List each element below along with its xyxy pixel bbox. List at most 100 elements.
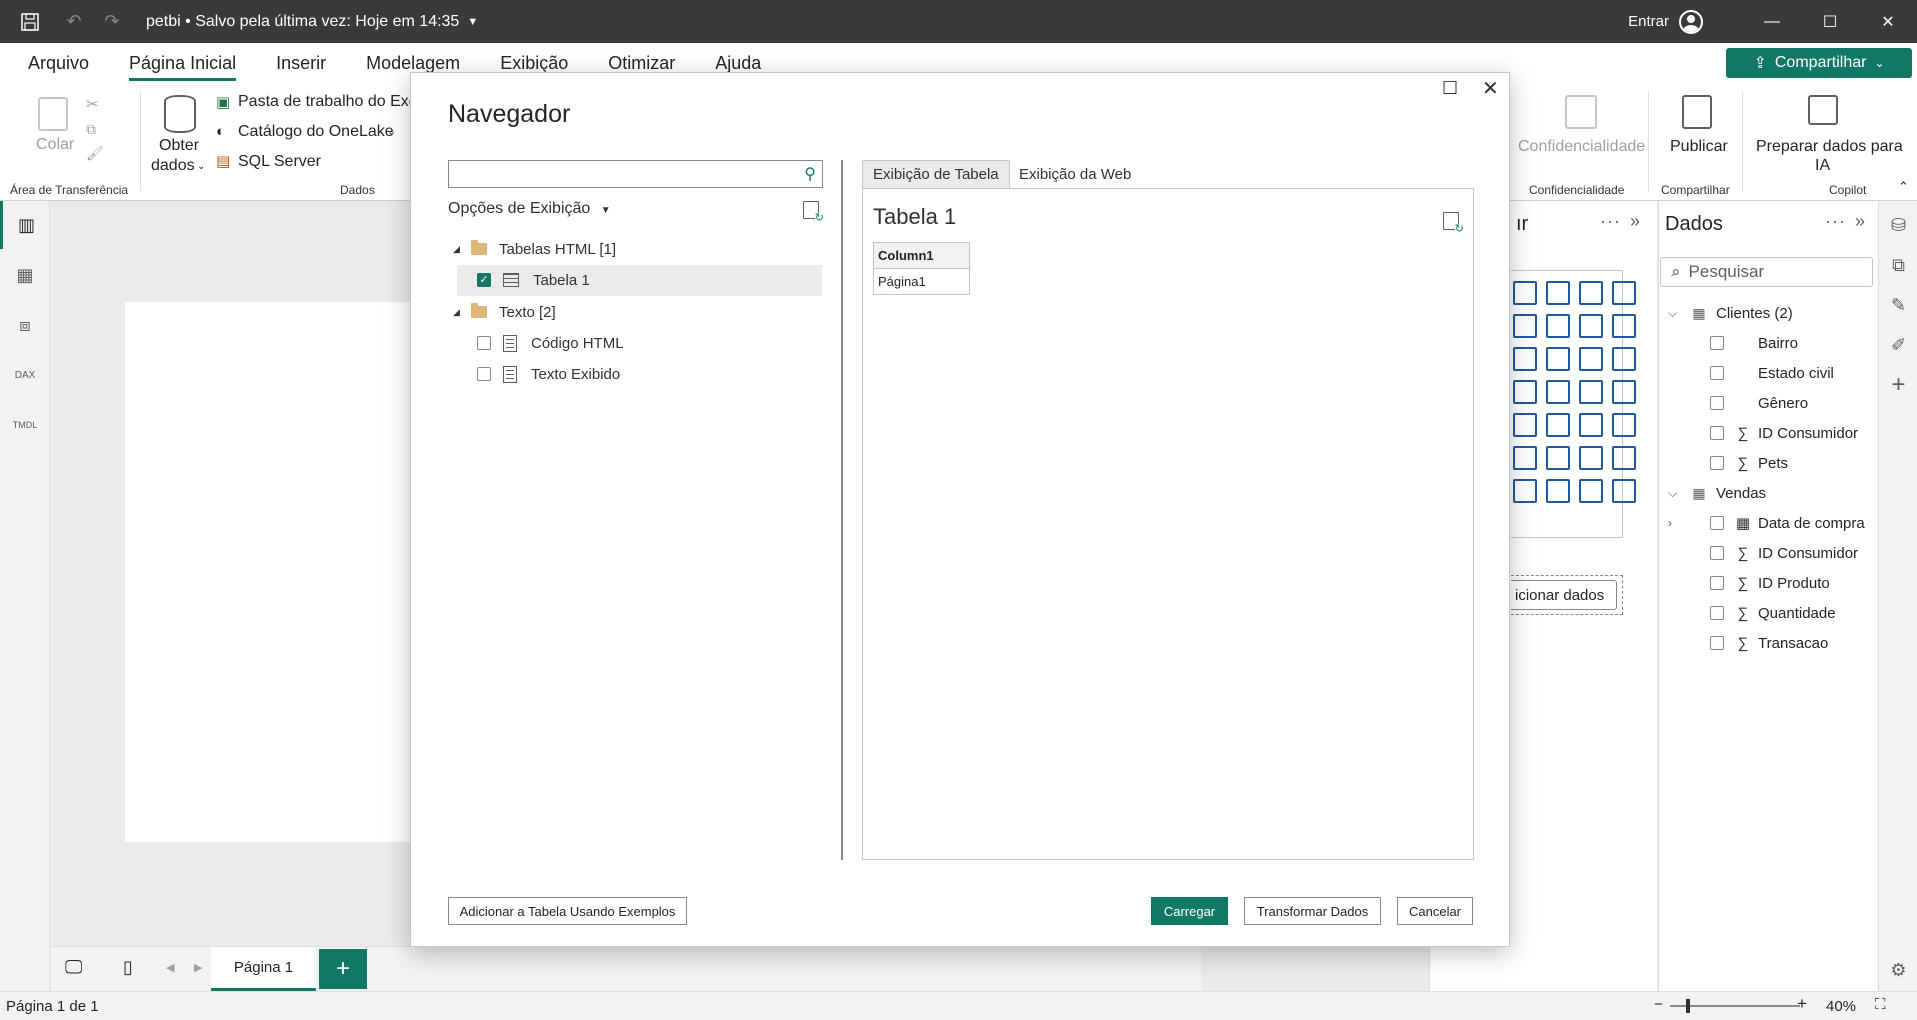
visual-type-icon[interactable] [1546,347,1570,371]
title-dropdown-icon[interactable]: ▼ [467,16,478,28]
checkbox[interactable] [1710,576,1724,590]
visual-type-icon[interactable] [1612,347,1636,371]
collapse-icon[interactable]: ◢ [453,244,465,255]
visual-type-icon[interactable] [1513,281,1537,305]
visual-type-icon[interactable] [1546,380,1570,404]
field-item[interactable]: ∑ Quantidade [1688,600,1836,626]
field-item[interactable]: ∑ Transacao [1688,630,1828,656]
tab-inserir[interactable]: Inserir [256,43,346,83]
refresh-icon[interactable] [803,201,824,224]
signin-link[interactable]: Entrar [1628,13,1669,30]
zoom-out-icon[interactable]: − [1654,996,1663,1013]
maximize-button[interactable]: ☐ [1801,0,1859,43]
desktop-layout-icon[interactable]: 🖵 [65,957,82,978]
checkbox[interactable] [1710,546,1724,560]
checkbox[interactable] [1710,336,1724,350]
get-data-button[interactable]: Obter [159,137,199,155]
page-tab-1[interactable]: Página 1 [211,947,316,991]
visual-type-icon[interactable] [1612,413,1636,437]
add-page-button[interactable]: + [319,949,367,989]
share-button[interactable]: ⇪ Compartilhar ⌄ [1726,48,1912,78]
field-item[interactable]: ∑ ID Consumidor [1688,420,1858,446]
undo-icon[interactable]: ↶ [62,10,86,34]
tab-arquivo[interactable]: Arquivo [0,43,109,83]
collapse-icon[interactable]: ◢ [453,307,465,318]
visual-type-icon[interactable] [1513,413,1537,437]
fit-page-icon[interactable]: ⛶ [1875,996,1886,1013]
close-dialog-button[interactable]: ✕ [1482,76,1499,101]
dax-query-icon[interactable]: DAX [0,351,50,399]
chevron-right-icon[interactable]: › [1668,516,1688,530]
visual-type-icon[interactable] [1579,446,1603,470]
checkbox[interactable] [1710,366,1724,380]
table-view-icon[interactable]: ▦ [0,251,50,299]
navigator-search-input[interactable]: ⚲ [448,160,823,188]
visual-type-icon[interactable] [1579,347,1603,371]
transform-data-button[interactable]: Transformar Dados [1244,897,1381,925]
sql-server-button[interactable]: SQL Server [238,153,321,171]
checkbox[interactable] [1710,396,1724,410]
cancel-button[interactable]: Cancelar [1397,897,1473,925]
format-painter-icon[interactable]: 🖌 [86,145,104,162]
checkbox[interactable] [477,336,491,350]
prep-ai-button-line2[interactable]: IA [1815,157,1830,175]
visual-type-icon[interactable] [1513,479,1537,503]
model-view-icon[interactable]: ⧈ [0,301,50,349]
paste-button[interactable]: Colar [36,136,74,154]
copy-icon[interactable]: ⧉ [86,121,96,138]
maximize-dialog-button[interactable]: ☐ [1442,78,1458,99]
publish-button[interactable]: Publicar [1670,138,1728,156]
field-item[interactable]: ∑ ID Consumidor [1688,540,1858,566]
tab-web-view[interactable]: Exibição da Web [1009,160,1141,188]
visual-type-icon[interactable] [1612,446,1636,470]
save-icon[interactable] [18,10,42,34]
visual-type-icon[interactable] [1579,314,1603,338]
minimize-button[interactable]: — [1743,0,1801,43]
table-node[interactable]: ⌵ ▦ Clientes (2) [1668,300,1793,326]
visual-type-icon[interactable] [1579,413,1603,437]
redo-icon[interactable]: ↷ [100,10,124,34]
tree-item-table1[interactable]: ✓ Tabela 1 [477,265,590,295]
close-window-button[interactable]: ✕ [1859,0,1917,43]
settings-icon[interactable]: ⚙ [1879,946,1917,994]
field-item[interactable]: ∑ ID Produto [1688,570,1830,596]
checkbox[interactable] [1710,456,1724,470]
add-data-button[interactable]: icionar dados [1511,580,1617,610]
checkbox[interactable] [1710,636,1724,650]
visual-type-icon[interactable] [1513,380,1537,404]
visual-type-icon[interactable] [1612,314,1636,338]
field-item[interactable]: › ▦ Data de compra [1668,510,1865,536]
sensitivity-button[interactable]: Confidencialidade [1518,138,1645,156]
avatar-icon[interactable] [1679,9,1703,34]
onelake-button[interactable]: Catálogo do OneLake [238,123,394,141]
tmdl-view-icon[interactable]: TMDL [0,401,50,449]
mobile-layout-icon[interactable]: ▯ [123,957,133,978]
visual-type-icon[interactable] [1513,347,1537,371]
tree-folder-text[interactable]: ◢ Texto [2] [453,297,556,327]
tree-item-html-code[interactable]: Código HTML [477,328,624,358]
chevron-down-icon[interactable]: ⌵ [1668,486,1688,501]
zoom-slider[interactable] [1670,999,1800,1013]
tab-pagina-inicial[interactable]: Página Inicial [109,43,256,83]
splitter[interactable] [841,160,843,860]
more-options-icon[interactable]: ··· [1600,211,1621,232]
field-item[interactable]: Bairro [1688,330,1798,356]
prep-ai-button[interactable]: Preparar dados para [1756,138,1903,156]
expand-icon[interactable]: » [1855,211,1866,232]
checkbox[interactable] [1710,426,1724,440]
visual-type-icon[interactable] [1513,446,1537,470]
report-view-icon[interactable]: ▥ [0,201,50,249]
excel-button[interactable]: Pasta de trabalho do Exce [238,93,426,111]
load-button[interactable]: Carregar [1151,897,1228,925]
visual-type-icon[interactable] [1579,479,1603,503]
document-title[interactable]: petbi • Salvo pela última vez: Hoje em 1… [146,13,459,31]
cut-icon[interactable]: ✂ [86,95,99,113]
next-page-icon[interactable]: ▶ [194,961,202,974]
collapse-ribbon-icon[interactable]: ⌃ [1898,179,1909,195]
checkbox[interactable] [477,367,491,381]
visual-type-icon[interactable] [1579,380,1603,404]
refresh-preview-icon[interactable] [1443,212,1464,235]
visual-type-icon[interactable] [1546,413,1570,437]
zoom-slider-thumb[interactable] [1686,999,1690,1013]
visual-type-icon[interactable] [1546,479,1570,503]
